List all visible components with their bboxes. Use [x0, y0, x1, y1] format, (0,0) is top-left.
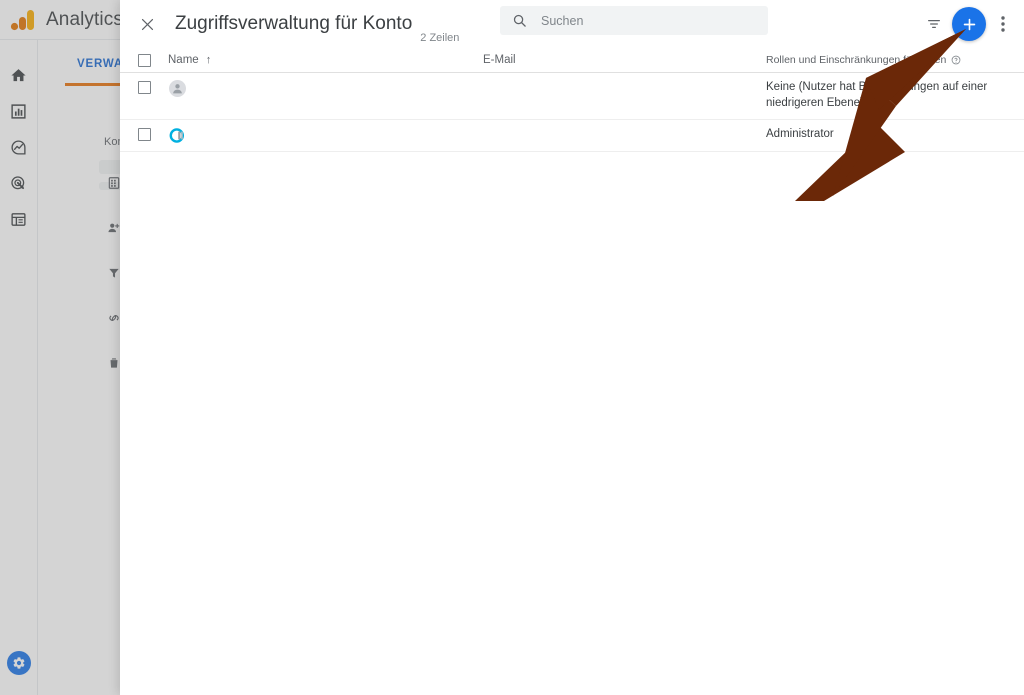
row-email-cell [483, 73, 766, 103]
row-select-cell[interactable] [120, 120, 168, 141]
sort-ascending-icon: ↑ [205, 54, 212, 66]
row-roles-cell: Keine (Nutzer hat Berechtigungen auf ein… [766, 81, 988, 109]
row-checkbox[interactable] [137, 81, 151, 94]
avatar [169, 80, 186, 97]
brand-logo-icon [169, 127, 185, 143]
search-icon [512, 13, 527, 28]
close-icon [141, 18, 153, 30]
panel-overflow-menu-button[interactable] [992, 12, 1014, 36]
more-vert-icon [1001, 16, 1005, 32]
column-header-email[interactable]: E-Mail [483, 54, 766, 66]
access-management-panel: Zugriffsverwaltung für Konto 2 Zeilen Su… [120, 0, 1024, 695]
plus-icon [963, 18, 975, 30]
user-access-table: Name ↑ E-Mail Rollen und Einschränkungen… [120, 48, 1024, 152]
column-header-name[interactable]: Name ↑ [168, 54, 483, 66]
table-header-row: Name ↑ E-Mail Rollen und Einschränkungen… [120, 48, 1024, 73]
row-name-cell [168, 120, 483, 151]
row-select-cell[interactable] [120, 73, 168, 94]
panel-header: Zugriffsverwaltung für Konto 2 Zeilen [120, 0, 1024, 48]
select-all-cell[interactable] [120, 53, 168, 67]
filter-icon [928, 20, 940, 28]
select-all-checkbox[interactable] [137, 53, 151, 67]
table-row[interactable]: Administrator [120, 120, 1024, 152]
avatar [169, 126, 186, 144]
column-header-roles-label: Rollen und Einschränkungen für Daten [766, 54, 947, 66]
row-name-value [196, 127, 219, 143]
row-name-cell [168, 73, 483, 104]
person-icon [173, 84, 182, 94]
column-header-name-label: Name [168, 54, 199, 66]
row-roles-cell: Administrator [766, 127, 834, 140]
search-box[interactable] [500, 6, 768, 35]
panel-row-count: 2 Zeilen [420, 32, 460, 44]
row-name-value [196, 81, 217, 97]
panel-title: Zugriffsverwaltung für Konto [175, 13, 413, 34]
row-email-cell [483, 120, 766, 150]
row-email-value [483, 81, 511, 93]
table-row[interactable]: Keine (Nutzer hat Berechtigungen auf ein… [120, 73, 1024, 120]
screenshot-root: Analytics Konto Zugriffsverwaltung für K… [0, 0, 1024, 695]
column-header-roles[interactable]: Rollen und Einschränkungen für Daten [766, 54, 1024, 66]
search-input[interactable] [541, 13, 751, 28]
row-email-value [483, 128, 513, 140]
help-circle-icon[interactable] [951, 55, 961, 65]
add-user-button[interactable] [952, 7, 986, 41]
column-header-email-label: E-Mail [483, 54, 516, 66]
close-panel-button[interactable] [134, 11, 160, 37]
filter-button[interactable] [922, 12, 946, 36]
row-checkbox[interactable] [137, 127, 151, 141]
